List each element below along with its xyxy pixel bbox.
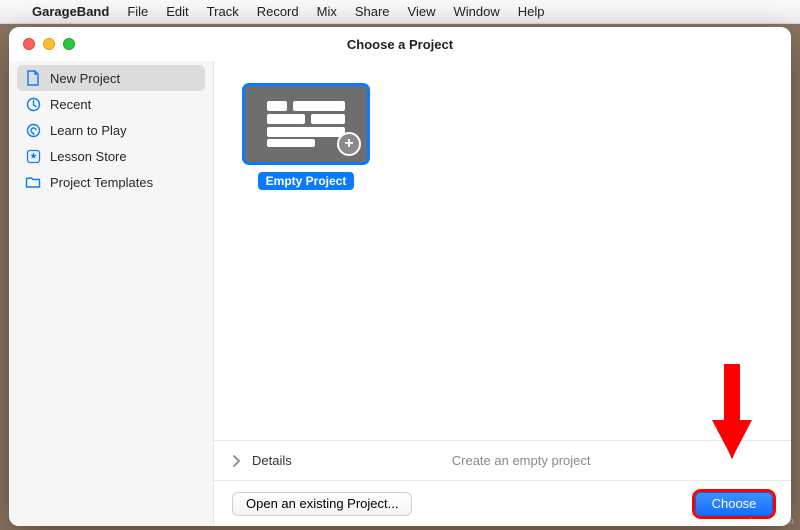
zoom-button[interactable] [63, 38, 75, 50]
sidebar-label: Learn to Play [50, 123, 127, 138]
menu-view[interactable]: View [408, 4, 436, 19]
minimize-button[interactable] [43, 38, 55, 50]
menu-track[interactable]: Track [207, 4, 239, 19]
bricks-icon [267, 101, 345, 147]
learn-icon [25, 122, 41, 138]
sidebar-label: New Project [50, 71, 120, 86]
choose-button[interactable]: Choose [695, 492, 773, 516]
details-label: Details [252, 453, 292, 468]
sidebar-item-recent[interactable]: Recent [17, 91, 205, 117]
menu-share[interactable]: Share [355, 4, 390, 19]
plus-icon: + [337, 132, 361, 156]
sidebar-item-learn-to-play[interactable]: Learn to Play [17, 117, 205, 143]
menubar: GarageBand File Edit Track Record Mix Sh… [0, 0, 800, 24]
menu-help[interactable]: Help [518, 4, 545, 19]
app-menu[interactable]: GarageBand [32, 4, 109, 19]
sidebar-label: Lesson Store [50, 149, 127, 164]
menu-file[interactable]: File [127, 4, 148, 19]
titlebar: Choose a Project [9, 27, 791, 61]
template-thumbnail: + [242, 83, 370, 165]
template-empty-project[interactable]: + Empty Project [242, 83, 370, 190]
doc-icon [25, 70, 41, 86]
sidebar: New Project Recent Learn to Play Lesson … [9, 61, 214, 526]
chevron-right-icon [232, 455, 240, 467]
open-existing-button[interactable]: Open an existing Project... [232, 492, 412, 516]
star-icon [25, 148, 41, 164]
details-bar[interactable]: Details Create an empty project [214, 440, 791, 480]
folder-icon [25, 174, 41, 190]
project-chooser-window: Choose a Project New Project Recent L [9, 27, 791, 526]
menu-window[interactable]: Window [454, 4, 500, 19]
template-label: Empty Project [258, 172, 355, 190]
sidebar-label: Recent [50, 97, 91, 112]
traffic-lights [9, 38, 75, 50]
details-description: Create an empty project [452, 453, 591, 468]
watermark: www.deuaq.com [724, 516, 794, 526]
close-button[interactable] [23, 38, 35, 50]
bottom-bar: Open an existing Project... Choose [214, 480, 791, 526]
main-area: + Empty Project Details Create an empty … [214, 61, 791, 526]
sidebar-label: Project Templates [50, 175, 153, 190]
sidebar-item-new-project[interactable]: New Project [17, 65, 205, 91]
sidebar-item-project-templates[interactable]: Project Templates [17, 169, 205, 195]
clock-icon [25, 96, 41, 112]
menu-edit[interactable]: Edit [166, 4, 188, 19]
template-grid: + Empty Project [214, 61, 791, 440]
menu-mix[interactable]: Mix [317, 4, 337, 19]
menu-record[interactable]: Record [257, 4, 299, 19]
sidebar-item-lesson-store[interactable]: Lesson Store [17, 143, 205, 169]
window-title: Choose a Project [9, 37, 791, 52]
